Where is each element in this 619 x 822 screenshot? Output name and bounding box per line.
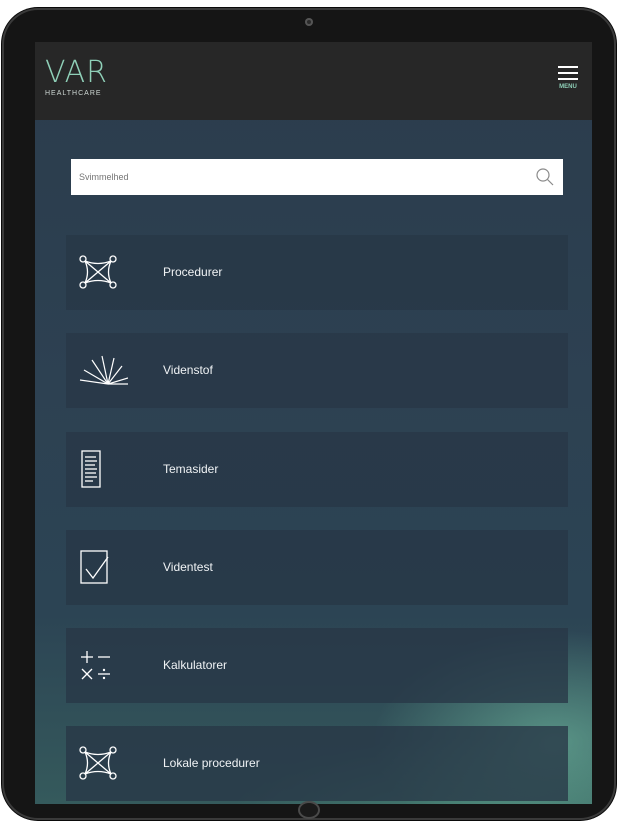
- search-input[interactable]: [71, 159, 537, 195]
- tablet-frame: VAR HEALTHCARE MENU Svimmelhed Procedure…: [2, 8, 616, 820]
- menu-item-videntest[interactable]: Videntest: [66, 530, 568, 605]
- menu-item-label: Procedurer: [163, 265, 223, 279]
- procedure-network-icon: [79, 255, 117, 289]
- menu-item-label: Videnstof: [163, 363, 213, 377]
- app-header: VAR HEALTHCARE MENU: [35, 42, 592, 120]
- calculator-symbols-icon: [81, 651, 110, 680]
- home-button[interactable]: [298, 801, 320, 819]
- search-box: [71, 159, 563, 195]
- procedure-network-icon: [79, 746, 117, 780]
- logo-subtitle: HEALTHCARE: [45, 90, 102, 97]
- hamburger-icon: [558, 66, 578, 68]
- logo[interactable]: VAR HEALTHCARE: [45, 55, 108, 98]
- logo-mark: VAR: [45, 55, 108, 90]
- checkbox-icon: [80, 550, 109, 584]
- menu-item-kalkulatorer[interactable]: Kalkulatorer: [66, 628, 568, 703]
- document-icon: [81, 450, 101, 488]
- menu-item-videnstof[interactable]: Videnstof: [66, 333, 568, 408]
- menu-item-label: Temasider: [163, 462, 219, 476]
- menu-item-temasider[interactable]: Temasider: [66, 432, 568, 507]
- hamburger-icon-bar: [558, 72, 578, 74]
- menu-button[interactable]: MENU: [556, 66, 580, 98]
- menu-item-label: Kalkulatorer: [163, 658, 228, 672]
- menu-item-label: Lokale procedurer: [163, 756, 260, 770]
- menu-item-procedurer[interactable]: Procedurer: [66, 235, 568, 310]
- menu-item-label: Videntest: [163, 560, 213, 574]
- app-screen: VAR HEALTHCARE MENU Svimmelhed Procedure…: [35, 42, 592, 804]
- menu-item-lokale-procedurer[interactable]: Lokale procedurer: [66, 726, 568, 801]
- camera: [305, 18, 313, 26]
- fan-rays-icon: [79, 355, 128, 385]
- menu-label: MENU: [559, 84, 577, 90]
- hamburger-icon-bar: [558, 78, 578, 80]
- search-icon[interactable]: [535, 167, 555, 187]
